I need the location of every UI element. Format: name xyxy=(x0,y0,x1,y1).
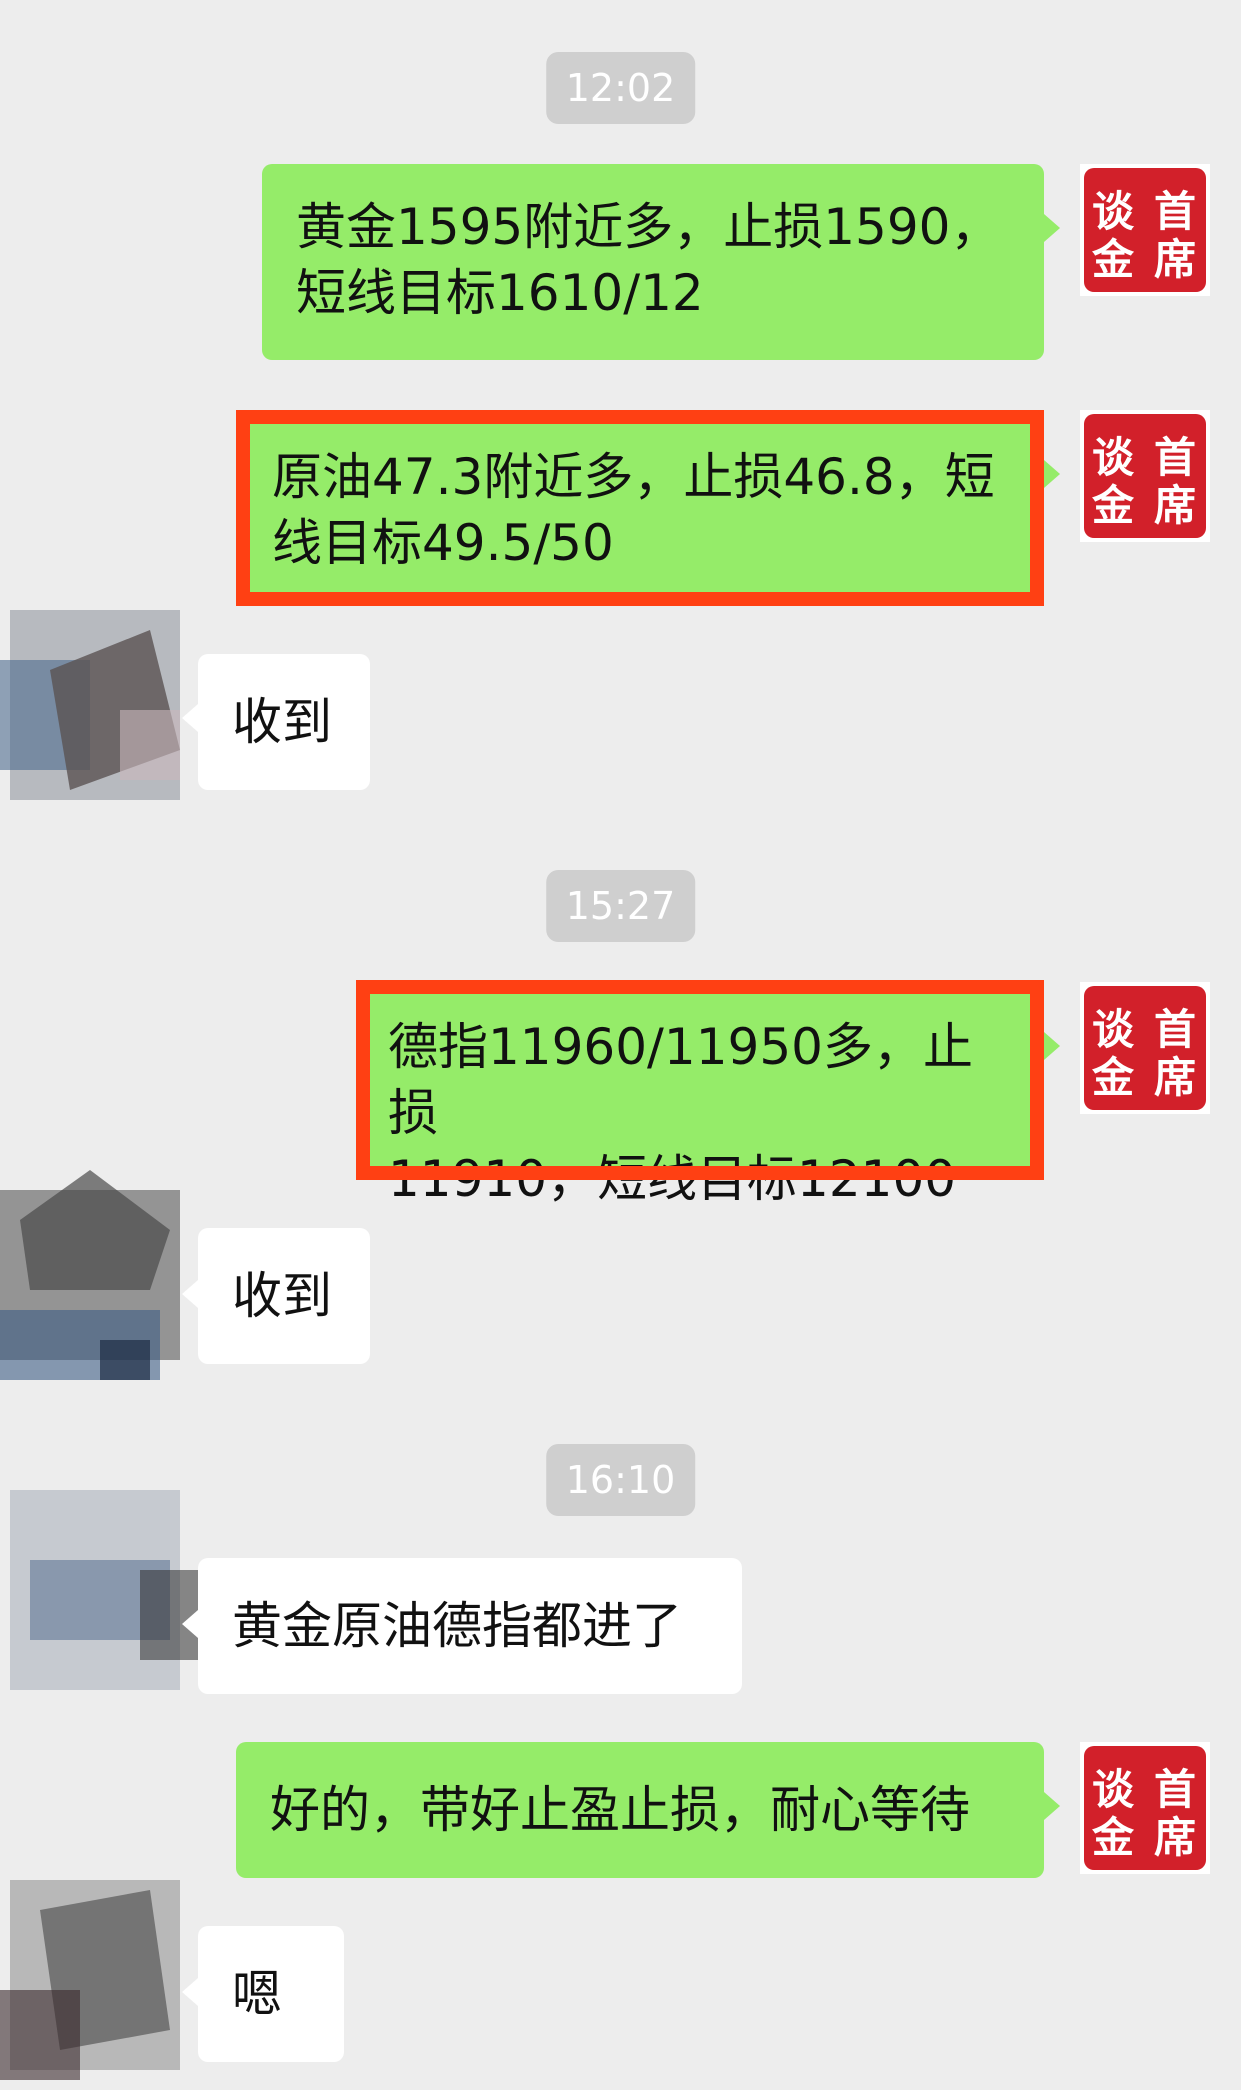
seal-char: 金 xyxy=(1091,481,1135,530)
blurred-avatar-icon xyxy=(0,610,180,800)
bubble-tail xyxy=(1044,1032,1060,1060)
self-avatar[interactable]: 谈 首 金 席 xyxy=(1080,164,1210,296)
seal-char: 金 xyxy=(1091,1053,1135,1102)
bubble-tail xyxy=(182,1280,198,1308)
peer-avatar[interactable] xyxy=(0,1480,200,1710)
seal-char: 谈 xyxy=(1092,187,1135,236)
self-avatar[interactable]: 谈 首 金 席 xyxy=(1080,410,1210,542)
seal-char: 首 xyxy=(1154,1005,1196,1054)
seal-glyphs: 谈 首 金 席 xyxy=(1091,433,1196,530)
timestamp: 15:27 xyxy=(545,870,696,942)
bubble-tail xyxy=(1044,460,1060,488)
seal-char: 谈 xyxy=(1092,1765,1135,1814)
outgoing-message-bubble[interactable]: 德指11960/11950多，止损 11910，短线目标12100 xyxy=(356,980,1044,1208)
seal-char: 首 xyxy=(1154,1765,1196,1814)
incoming-message-bubble[interactable]: 嗯 xyxy=(198,1926,344,2062)
bubble-tail xyxy=(1044,214,1060,242)
outgoing-message-bubble[interactable]: 黄金1595附近多，止损1590， 短线目标1610/12 xyxy=(262,164,1044,360)
self-avatar[interactable]: 谈 首 金 席 xyxy=(1080,1742,1210,1874)
seal-char: 谈 xyxy=(1092,433,1135,482)
self-avatar[interactable]: 谈 首 金 席 xyxy=(1080,982,1210,1114)
outgoing-message-bubble[interactable]: 好的，带好止盈止损，耐心等待 xyxy=(236,1742,1044,1878)
seal-char: 金 xyxy=(1091,1813,1135,1862)
seal-char: 首 xyxy=(1154,187,1196,236)
seal-glyphs: 谈 首 金 席 xyxy=(1091,1765,1196,1862)
peer-avatar[interactable] xyxy=(0,1860,200,2090)
seal-char: 席 xyxy=(1154,235,1196,284)
seal-char: 谈 xyxy=(1092,1005,1135,1054)
incoming-message-bubble[interactable]: 收到 xyxy=(198,1228,370,1364)
bubble-tail xyxy=(182,704,198,732)
peer-avatar[interactable] xyxy=(0,590,200,820)
seal-char: 席 xyxy=(1154,1813,1196,1862)
timestamp: 16:10 xyxy=(545,1444,696,1516)
seal-char: 首 xyxy=(1154,433,1196,482)
seal-char: 席 xyxy=(1154,1053,1196,1102)
blurred-avatar-icon xyxy=(10,1490,200,1690)
incoming-message-bubble[interactable]: 收到 xyxy=(198,654,370,790)
blurred-avatar-icon xyxy=(0,1170,180,1380)
seal-char: 席 xyxy=(1154,481,1196,530)
blurred-avatar-icon xyxy=(0,1880,180,2080)
bubble-tail xyxy=(1044,1792,1060,1820)
outgoing-message-bubble[interactable]: 原油47.3附近多，止损46.8，短 线目标49.5/50 xyxy=(236,410,1044,606)
peer-avatar[interactable] xyxy=(0,1160,200,1390)
seal-glyphs: 谈 首 金 席 xyxy=(1091,1005,1196,1102)
seal-glyphs: 谈 首 金 席 xyxy=(1091,187,1196,284)
seal-char: 金 xyxy=(1091,235,1135,284)
bubble-tail xyxy=(182,1978,198,2006)
timestamp: 12:02 xyxy=(545,52,696,124)
incoming-message-bubble[interactable]: 黄金原油德指都进了 xyxy=(198,1558,742,1694)
bubble-tail xyxy=(182,1610,198,1638)
